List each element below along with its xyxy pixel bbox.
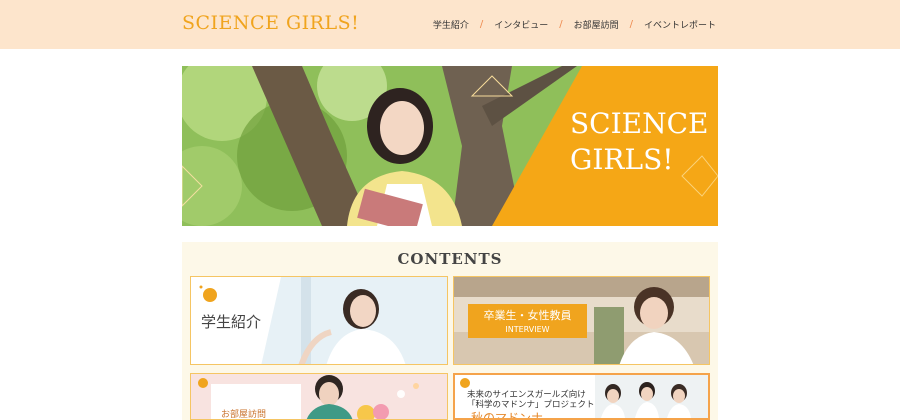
- nav-item-interview[interactable]: インタビュー: [494, 18, 548, 31]
- site-header: SCIENCE GIRLS! 学生紹介 / インタビュー / お部屋訪問 / イ…: [0, 0, 900, 49]
- hero-banner: SCIENCE GIRLS!: [182, 66, 718, 226]
- card-room-visit-label: お部屋訪問: [221, 410, 267, 420]
- card-madonna-project[interactable]: 未来のサイエンスガールズ向け 「科学のマドンナ」プロジェクト 秋のマドンナ: [453, 373, 710, 420]
- orange-dot-icon: [198, 378, 208, 388]
- hero-title-line1: SCIENCE: [570, 107, 709, 140]
- main-nav: 学生紹介 / インタビュー / お部屋訪問 / イベントレポート: [433, 18, 716, 31]
- hero-title: SCIENCE GIRLS!: [570, 106, 708, 178]
- card-interview[interactable]: 卒業生・女性教員 INTERVIEW: [453, 276, 710, 365]
- nav-separator: /: [479, 19, 484, 30]
- nav-item-event-report[interactable]: イベントレポート: [644, 18, 716, 31]
- card-students[interactable]: 学生紹介: [190, 276, 448, 365]
- nav-item-students[interactable]: 学生紹介: [433, 18, 469, 31]
- card-interview-sublabel: INTERVIEW: [505, 325, 550, 334]
- site-logo[interactable]: SCIENCE GIRLS!: [182, 12, 359, 34]
- nav-item-room-visit[interactable]: お部屋訪問: [574, 18, 619, 31]
- card-madonna-title: 秋のマドンナ: [471, 411, 544, 420]
- card-interview-label-box: 卒業生・女性教員 INTERVIEW: [468, 304, 587, 338]
- nav-separator: /: [559, 19, 563, 30]
- contents-title: CONTENTS: [397, 250, 503, 268]
- nav-separator: /: [629, 19, 633, 30]
- hero-title-line2: GIRLS!: [570, 143, 674, 176]
- orange-dot-icon: [199, 285, 217, 302]
- card-students-label: 学生紹介: [201, 313, 262, 331]
- card-interview-label: 卒業生・女性教員: [483, 309, 572, 322]
- card-room-visit[interactable]: お部屋訪問: [190, 373, 448, 420]
